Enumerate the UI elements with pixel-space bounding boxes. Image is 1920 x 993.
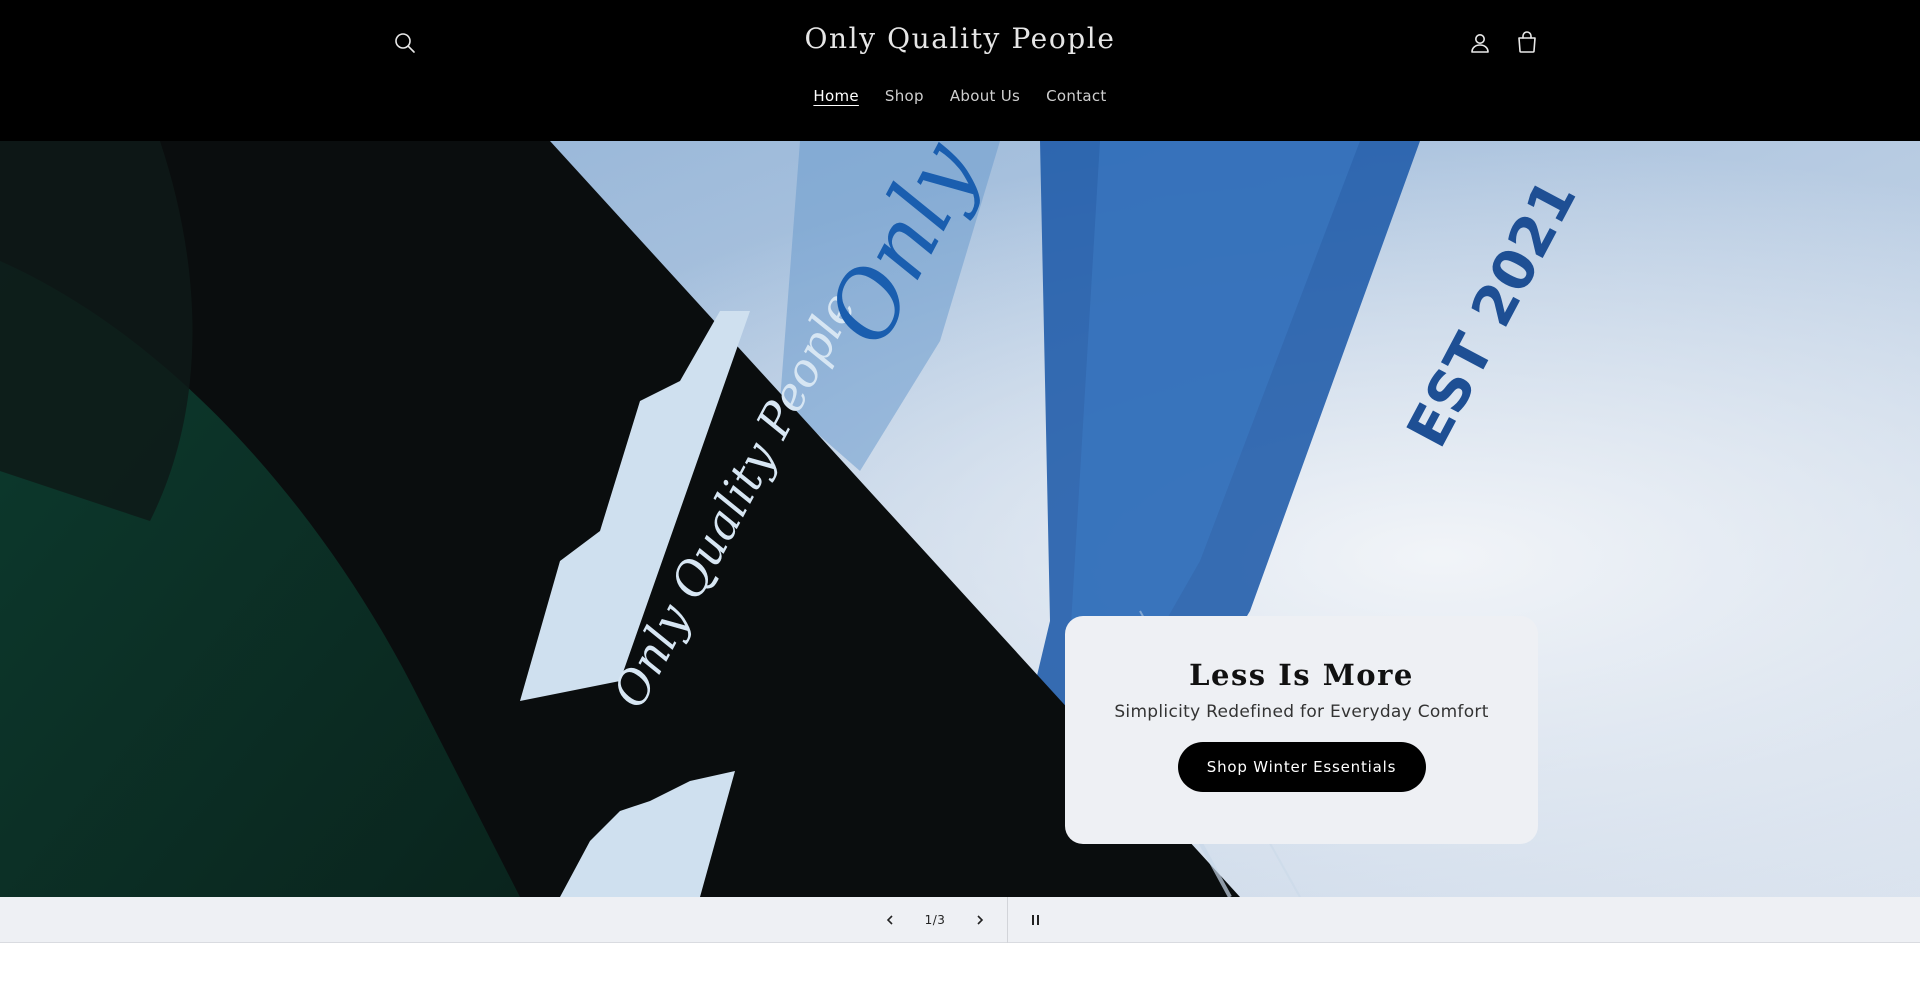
hero-subtitle: Simplicity Redefined for Everyday Comfor… xyxy=(1114,702,1489,722)
account-button[interactable] xyxy=(1460,23,1500,63)
previous-slide-button[interactable] xyxy=(875,897,905,943)
slideshow-controls: 1/3 xyxy=(0,897,1920,943)
pause-slideshow-button[interactable] xyxy=(1020,897,1050,943)
slide-counter: 1/3 xyxy=(924,913,946,927)
hero-image: Only Quality People Only EST 2021 xyxy=(0,141,1920,897)
pause-icon xyxy=(1030,915,1040,925)
cart-button[interactable] xyxy=(1507,23,1547,63)
search-icon xyxy=(395,33,415,53)
nav-contact[interactable]: Contact xyxy=(1046,87,1106,105)
nav-about-us[interactable]: About Us xyxy=(950,87,1020,105)
site-header: Only Quality People Home Shop About Us C… xyxy=(0,0,1920,141)
controls-divider xyxy=(1007,897,1008,943)
main-nav: Home Shop About Us Contact xyxy=(0,87,1920,105)
account-icon xyxy=(1471,34,1489,53)
hero-title: Less Is More xyxy=(1189,658,1414,692)
chevron-left-icon xyxy=(886,915,893,925)
next-slide-button[interactable] xyxy=(965,897,995,943)
shop-winter-essentials-button[interactable]: Shop Winter Essentials xyxy=(1177,742,1426,792)
hero-card: Less Is More Simplicity Redefined for Ev… xyxy=(1065,616,1538,844)
site-logo[interactable]: Only Quality People xyxy=(660,22,1260,55)
chevron-right-icon xyxy=(977,915,984,925)
hero-slideshow: Only Quality People Only EST 2021 Less I… xyxy=(0,141,1920,897)
cart-icon xyxy=(1518,31,1536,53)
search-button[interactable] xyxy=(385,23,425,63)
nav-home[interactable]: Home xyxy=(813,87,859,105)
nav-shop[interactable]: Shop xyxy=(885,87,924,105)
